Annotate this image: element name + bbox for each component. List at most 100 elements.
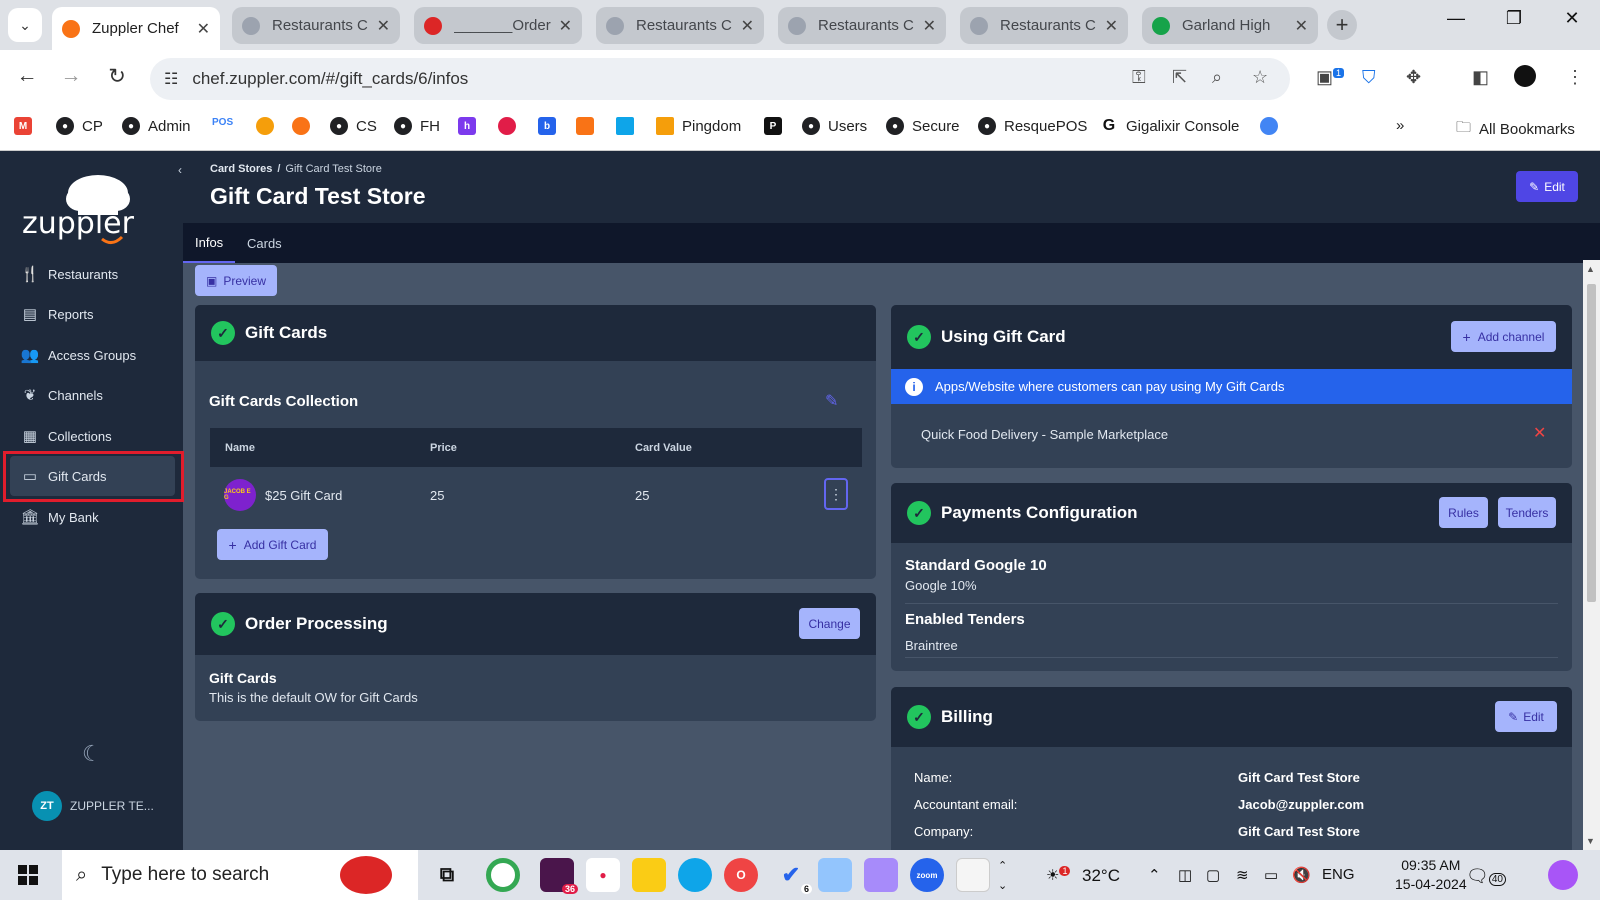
bookmark-resquepos[interactable]: ● ResquePOS: [978, 117, 1087, 135]
close-tab-icon[interactable]: ✕: [1105, 16, 1118, 36]
language-indicator[interactable]: ENG: [1322, 866, 1355, 883]
back-icon[interactable]: ←: [12, 64, 42, 88]
chrome-taskbar-icon[interactable]: [486, 858, 520, 892]
all-bookmarks-folder[interactable]: 🗀 All Bookmarks: [1456, 117, 1575, 142]
file-explorer-icon[interactable]: [632, 858, 666, 892]
task-view-icon[interactable]: ⧉: [430, 858, 464, 892]
wifi-icon[interactable]: ≋: [1236, 866, 1249, 884]
bookmark-pos[interactable]: POS: [212, 117, 233, 128]
bookmark-star-icon[interactable]: ☆: [1252, 67, 1268, 88]
tab-restaurants-2[interactable]: Restaurants C ✕: [596, 7, 764, 44]
user-profile[interactable]: ZT ZUPPLER TE...: [32, 791, 154, 821]
zoom-icon[interactable]: ⌕: [1212, 67, 1222, 88]
rules-button[interactable]: Rules: [1439, 497, 1488, 528]
edit-collection-pencil-icon[interactable]: ✎: [825, 391, 838, 411]
app-taskbar-icon[interactable]: [818, 858, 852, 892]
tab-restaurants-1[interactable]: Restaurants C ✕: [232, 7, 400, 44]
bookmark-pingdom[interactable]: Pingdom: [656, 117, 741, 135]
weather-icon[interactable]: ☀ 1: [1046, 866, 1071, 884]
bookmark-users[interactable]: ● Users: [802, 117, 867, 135]
bookmark-ole[interactable]: [292, 117, 318, 135]
bookmark-cp[interactable]: ● CP: [56, 117, 103, 135]
windows-start-icon[interactable]: [18, 865, 38, 885]
tab-restaurants-4[interactable]: Restaurants C ✕: [960, 7, 1128, 44]
bookmark-blue[interactable]: [616, 117, 642, 135]
bookmark-heroku[interactable]: h: [458, 117, 484, 135]
site-info-icon[interactable]: ☷: [164, 69, 178, 89]
battery-icon[interactable]: ▭: [1264, 866, 1278, 884]
profile-avatar-icon[interactable]: [1514, 65, 1536, 87]
tenders-button[interactable]: Tenders: [1498, 497, 1556, 528]
add-gift-card-button[interactable]: + Add Gift Card: [217, 529, 328, 560]
dark-mode-moon-icon[interactable]: ☾: [82, 741, 102, 767]
scroll-up-icon[interactable]: ▲: [1586, 264, 1595, 274]
shield-extension-icon[interactable]: ⛉: [1362, 67, 1376, 88]
preview-button[interactable]: ▣ Preview: [195, 265, 277, 296]
taskbar-search-box[interactable]: ⌕ Type here to search: [62, 850, 418, 900]
opera-taskbar-icon[interactable]: O: [724, 858, 758, 892]
todo-taskbar-icon[interactable]: ✔ 6: [774, 858, 812, 894]
new-tab-button[interactable]: +: [1327, 10, 1357, 40]
sidebar-item-access-groups[interactable]: 👥 Access Groups: [10, 335, 175, 375]
bookmark-lifebuoy[interactable]: [498, 117, 524, 135]
zoom-taskbar-icon[interactable]: zoom: [910, 858, 944, 892]
sidebar-item-reports[interactable]: ▤ Reports: [10, 294, 175, 334]
remove-channel-x-icon[interactable]: ✕: [1533, 423, 1546, 443]
change-button[interactable]: Change: [799, 608, 860, 639]
edit-store-button[interactable]: ✎ Edit: [1516, 171, 1578, 202]
paint-taskbar-icon[interactable]: [864, 858, 898, 892]
side-panel-icon[interactable]: ◧: [1472, 67, 1489, 88]
tab-order[interactable]: _______Order ✕: [414, 7, 582, 44]
scroll-down-icon[interactable]: ▼: [1586, 836, 1595, 846]
page-scrollbar[interactable]: ▲ ▼: [1583, 260, 1600, 850]
browser-menu-icon[interactable]: ⋮: [1566, 67, 1584, 88]
reload-icon[interactable]: ↻: [102, 64, 132, 89]
display-icon[interactable]: ▢: [1206, 866, 1220, 884]
bookmark-gigalixir[interactable]: G Gigalixir Console: [1100, 117, 1239, 135]
weather-temp[interactable]: 32°C: [1082, 866, 1120, 886]
close-tab-icon[interactable]: ✕: [197, 19, 210, 39]
restore-icon[interactable]: ❐: [1494, 8, 1534, 29]
extensions-puzzle-icon[interactable]: ✥: [1406, 67, 1421, 88]
tray-chevron-icon[interactable]: ⌃: [1148, 866, 1161, 884]
close-tab-icon[interactable]: ✕: [377, 16, 390, 36]
bookmark-figma[interactable]: [256, 117, 282, 135]
tab-restaurants-3[interactable]: Restaurants C ✕: [778, 7, 946, 44]
bookmark-orange[interactable]: [576, 117, 602, 135]
sidebar-item-collections[interactable]: ▦ Collections: [10, 416, 175, 456]
bookmark-admin[interactable]: ● Admin: [122, 117, 191, 135]
more-bookmarks-icon[interactable]: »: [1396, 117, 1404, 134]
taskbar-scroll-icon[interactable]: ⌃ ⌄: [998, 856, 1007, 896]
tab-garland-high[interactable]: Garland High ✕: [1142, 7, 1318, 44]
slack-taskbar-icon[interactable]: 36: [540, 858, 578, 894]
blank-app-taskbar-icon[interactable]: [956, 858, 990, 892]
notifications-icon[interactable]: 🗨 40: [1466, 866, 1506, 887]
tab-cards[interactable]: Cards: [235, 223, 294, 263]
add-channel-button[interactable]: + Add channel: [1451, 321, 1556, 352]
bookmark-gmail[interactable]: M: [14, 117, 40, 135]
extension-badge-icon[interactable]: ▣ 1: [1316, 67, 1345, 88]
meet-icon[interactable]: ◫: [1178, 866, 1192, 884]
close-tab-icon[interactable]: ✕: [1295, 16, 1308, 36]
close-tab-icon[interactable]: ✕: [559, 16, 572, 36]
forward-icon[interactable]: →: [56, 64, 86, 88]
scrollbar-thumb[interactable]: [1587, 284, 1596, 602]
close-tab-icon[interactable]: ✕: [923, 16, 936, 36]
sidebar-item-my-bank[interactable]: 🏛 My Bank: [10, 497, 175, 537]
open-in-app-icon[interactable]: ⇱: [1172, 67, 1187, 88]
close-window-icon[interactable]: ✕: [1552, 8, 1592, 29]
row-actions-kebab-icon[interactable]: ⋮: [824, 478, 848, 510]
bookmark-secure[interactable]: ● Secure: [886, 117, 960, 135]
tab-zuppler-chef[interactable]: Zuppler Chef ✕: [52, 7, 220, 50]
tab-infos[interactable]: Infos: [183, 223, 236, 263]
address-bar[interactable]: ☷ chef.zuppler.com/#/gift_cards/6/infos: [150, 58, 1290, 100]
taskbar-clock[interactable]: 09:35 AM 15-04-2024: [1395, 856, 1467, 894]
bookmark-b[interactable]: b: [538, 117, 564, 135]
sidebar-item-channels[interactable]: ❦ Channels: [10, 375, 175, 415]
bookmark-p[interactable]: P: [764, 117, 790, 135]
bookmark-fh[interactable]: ● FH: [394, 117, 440, 135]
edit-billing-button[interactable]: ✎ Edit: [1495, 701, 1557, 732]
sidebar-item-restaurants[interactable]: 🍴 Restaurants: [10, 254, 175, 294]
edge-taskbar-icon[interactable]: [678, 858, 712, 892]
table-row[interactable]: JACOB E G $25 Gift Card 25 25 ⋮: [210, 469, 862, 519]
